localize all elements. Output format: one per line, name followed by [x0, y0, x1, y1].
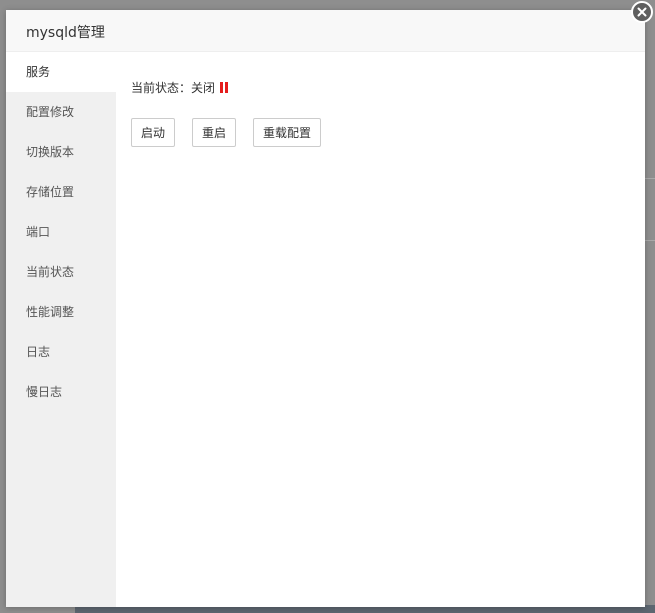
sidebar-item-logs[interactable]: 日志 — [6, 332, 116, 372]
sidebar-item-port[interactable]: 端口 — [6, 212, 116, 252]
status-value: 关闭 — [191, 81, 216, 95]
dialog-header: mysqld管理 — [6, 10, 645, 52]
restart-button[interactable]: 重启 — [192, 118, 237, 147]
reload-config-button[interactable]: 重载配置 — [253, 118, 322, 147]
close-button[interactable] — [631, 1, 653, 23]
service-status: 当前状态： 关闭 — [131, 79, 229, 96]
sidebar-item-service[interactable]: 服务 — [6, 52, 116, 92]
dialog-title: mysqld管理 — [26, 25, 105, 41]
sidebar-item-current-status[interactable]: 当前状态 — [6, 252, 116, 292]
sidebar-item-switch-version[interactable]: 切换版本 — [6, 132, 116, 172]
sidebar-item-performance-tuning[interactable]: 性能调整 — [6, 292, 116, 332]
backdrop-divider — [645, 178, 655, 179]
sidebar-item-slow-logs[interactable]: 慢日志 — [6, 372, 116, 412]
sidebar-item-storage-location[interactable]: 存储位置 — [6, 172, 116, 212]
sidebar-item-config-edit[interactable]: 配置修改 — [6, 92, 116, 132]
paused-indicator-icon — [220, 82, 229, 93]
start-button[interactable]: 启动 — [131, 118, 176, 147]
close-icon — [637, 7, 647, 17]
status-label: 当前状态： — [131, 81, 192, 95]
backdrop-divider — [645, 240, 655, 241]
settings-sidebar: 服务 配置修改 切换版本 存储位置 端口 当前状态 性能调整 日志 慢日志 — [6, 52, 116, 607]
service-panel: 当前状态： 关闭 启动 重启 重载配置 — [116, 52, 645, 607]
